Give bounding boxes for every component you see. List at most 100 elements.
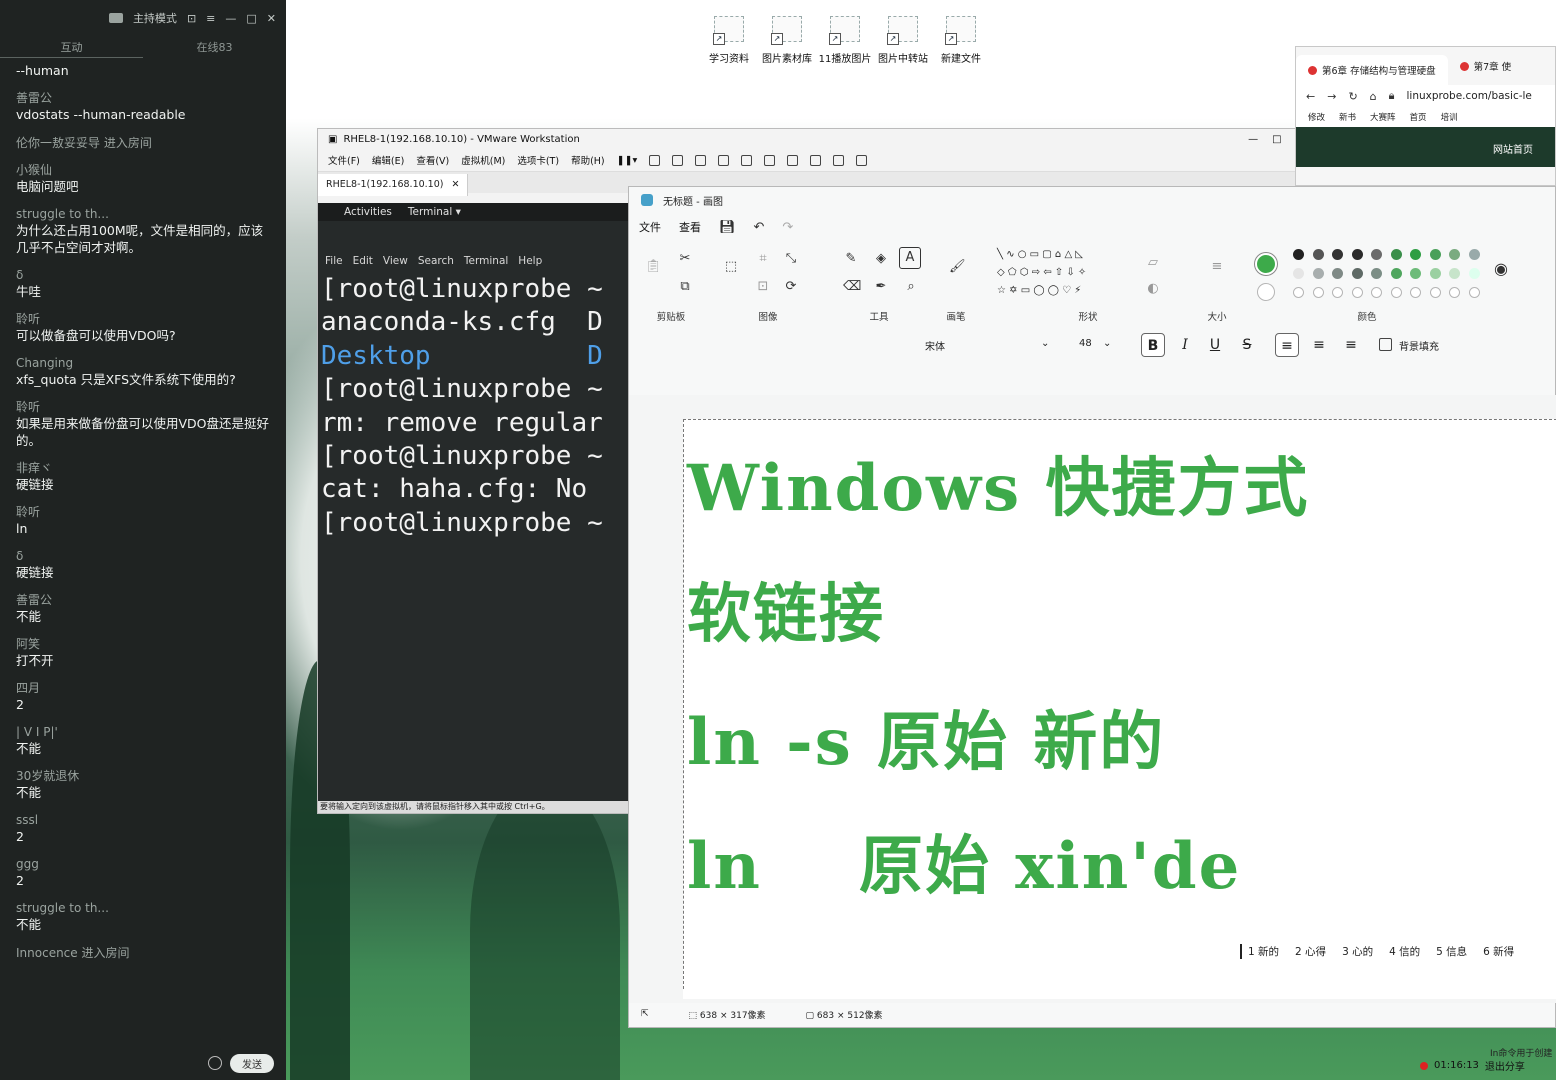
color-swatch[interactable] <box>1429 268 1441 279</box>
emoji-icon[interactable] <box>208 1056 222 1070</box>
color-swatch[interactable] <box>1293 268 1304 279</box>
terminal-menu-terminal[interactable]: Terminal <box>464 255 508 267</box>
exit-share-button[interactable]: 退出分享 <box>1485 1058 1525 1073</box>
color-swatch[interactable] <box>1332 249 1343 260</box>
ime-candidate[interactable]: 4 信的 <box>1389 944 1420 959</box>
primary-color-swatch[interactable] <box>1255 253 1277 275</box>
line-shape-icon[interactable]: ╲ ∿ ○ ▭ ▢ ⌂ △ ◺ <box>997 249 1083 260</box>
menu-help[interactable]: 帮助(H) <box>571 153 605 167</box>
color-swatch[interactable] <box>1371 249 1382 260</box>
underline-button[interactable]: U <box>1203 333 1227 357</box>
color-swatch[interactable] <box>1410 268 1421 279</box>
snapshot-manager-icon[interactable] <box>718 154 730 166</box>
color-swatch[interactable] <box>1468 249 1480 260</box>
align-left-button[interactable]: ≡ <box>1275 333 1299 357</box>
color-swatch[interactable] <box>1312 249 1324 260</box>
color-swatch[interactable] <box>1293 249 1304 260</box>
minimize-icon[interactable]: — <box>225 12 236 25</box>
activities-button[interactable]: Activities <box>344 206 392 218</box>
ime-candidate[interactable]: 5 信息 <box>1436 944 1467 959</box>
maximize-icon[interactable]: □ <box>246 12 256 25</box>
outline-icon[interactable]: ▱ <box>1145 255 1161 271</box>
color-swatch[interactable] <box>1371 287 1382 298</box>
unity-icon[interactable] <box>810 154 822 166</box>
color-swatch[interactable] <box>1468 287 1480 298</box>
color-swatch[interactable] <box>1332 287 1343 298</box>
ime-candidate[interactable]: 3 心的 <box>1342 944 1373 959</box>
color-picker-icon[interactable]: ✒ <box>873 279 889 295</box>
send-ctrl-alt-del-icon[interactable] <box>649 154 661 166</box>
menu-vm[interactable]: 虚拟机(M) <box>461 153 505 167</box>
color-swatch[interactable] <box>1351 268 1363 279</box>
menu-view[interactable]: 查看 <box>679 219 701 235</box>
color-swatch[interactable] <box>1312 268 1324 279</box>
color-swatch[interactable] <box>1332 268 1343 279</box>
color-swatch[interactable] <box>1351 287 1363 298</box>
menu-file[interactable]: 文件 <box>639 219 661 235</box>
color-swatch[interactable] <box>1449 268 1460 279</box>
terminal-menu-help[interactable]: Help <box>518 255 542 267</box>
bookmark-item[interactable]: 首页 <box>1410 111 1427 123</box>
line-size-icon[interactable]: ≡ <box>1209 259 1225 275</box>
color-swatch[interactable] <box>1429 287 1441 298</box>
desktop-icon[interactable]: ↗ 11播放图片 <box>814 16 876 65</box>
pin-icon[interactable]: ⊡ <box>187 12 196 25</box>
sidebar-icon[interactable] <box>741 154 753 166</box>
desktop-icon[interactable]: ↗ 图片中转站 <box>872 16 934 65</box>
browser-tab[interactable]: 第7章 使 <box>1448 59 1524 73</box>
color-swatch[interactable] <box>1410 287 1421 298</box>
vm-screen[interactable]: Activities Terminal ▾ File Edit View Sea… <box>318 203 628 801</box>
address-bar[interactable]: linuxprobe.com/basic-le <box>1407 90 1532 102</box>
chevron-down-icon[interactable]: ⌄ <box>1103 338 1111 349</box>
star-shape-icon[interactable]: ☆ ✡ ▭ ◯ ◯ ♡ ⚡ <box>997 285 1081 296</box>
secondary-color-swatch[interactable] <box>1257 283 1275 301</box>
resize-icon[interactable]: ⤡ <box>783 251 799 267</box>
bookmark-item[interactable]: 大赛阵 <box>1370 111 1396 123</box>
menu-file[interactable]: 文件(F) <box>328 153 360 167</box>
color-swatch[interactable] <box>1390 268 1402 279</box>
reload-icon[interactable]: ↻ <box>1348 90 1357 103</box>
background-fill-checkbox[interactable] <box>1379 338 1392 351</box>
forward-icon[interactable]: → <box>1327 90 1336 103</box>
color-swatch[interactable] <box>1429 249 1441 260</box>
desktop-icon[interactable]: ↗ 新建文件 <box>930 16 992 65</box>
brush-icon[interactable]: 🖌︎ <box>949 259 966 275</box>
fill-icon[interactable]: ◈ <box>873 251 889 267</box>
revert-snapshot-icon[interactable] <box>695 154 707 166</box>
shape-fill-icon[interactable]: ◐ <box>1145 281 1161 297</box>
magnifier-icon[interactable]: ⌕ <box>903 279 919 295</box>
color-swatch[interactable] <box>1449 249 1460 260</box>
ime-candidate[interactable]: 6 新得 <box>1483 944 1514 959</box>
ime-candidate[interactable]: 1 新的 <box>1240 944 1279 959</box>
color-swatch[interactable] <box>1312 287 1324 298</box>
align-right-button[interactable]: ≡ <box>1339 333 1363 357</box>
menu-tabs[interactable]: 选项卡(T) <box>517 153 559 167</box>
maximize-icon[interactable]: □ <box>1272 134 1281 145</box>
terminal-output[interactable]: [root@linuxprobe ~ anaconda-ks.cfg D Deskt… <box>321 273 603 540</box>
tab-online[interactable]: 在线83 <box>143 36 286 58</box>
italic-button[interactable]: I <box>1173 333 1197 357</box>
bookmark-item[interactable]: 培训 <box>1441 111 1458 123</box>
terminal-menu-file[interactable]: File <box>325 255 343 267</box>
desktop-icon[interactable]: ↗ 图片素材库 <box>756 16 818 65</box>
ime-candidate[interactable]: 2 心得 <box>1295 944 1326 959</box>
color-swatch[interactable] <box>1449 287 1460 298</box>
stretch-icon[interactable] <box>856 154 868 166</box>
undo-icon[interactable]: ↶ <box>754 220 765 235</box>
terminal-menu-edit[interactable]: Edit <box>353 255 373 267</box>
site-home-link[interactable]: 网站首页 <box>1493 141 1533 156</box>
home-icon[interactable]: ⌂ <box>1370 90 1377 103</box>
eraser-icon[interactable]: ⌫ <box>843 279 861 295</box>
menu-edit[interactable]: 编辑(E) <box>372 153 404 167</box>
pause-icon[interactable]: ❚❚▾ <box>617 155 638 166</box>
menu-view[interactable]: 查看(V) <box>416 153 449 167</box>
vm-tab[interactable]: RHEL8-1(192.168.10.10) ✕ <box>318 173 469 196</box>
color-swatch[interactable] <box>1410 249 1421 260</box>
terminal-menu-view[interactable]: View <box>383 255 408 267</box>
back-icon[interactable]: ← <box>1306 90 1315 103</box>
chevron-down-icon[interactable]: ⌄ <box>1041 338 1049 349</box>
cut-icon[interactable]: ✂ <box>677 251 693 267</box>
browser-tab[interactable]: 第6章 存储结构与管理硬盘 <box>1296 55 1448 85</box>
menu-icon[interactable]: ≡ <box>206 12 215 25</box>
align-center-button[interactable]: ≡ <box>1307 333 1331 357</box>
